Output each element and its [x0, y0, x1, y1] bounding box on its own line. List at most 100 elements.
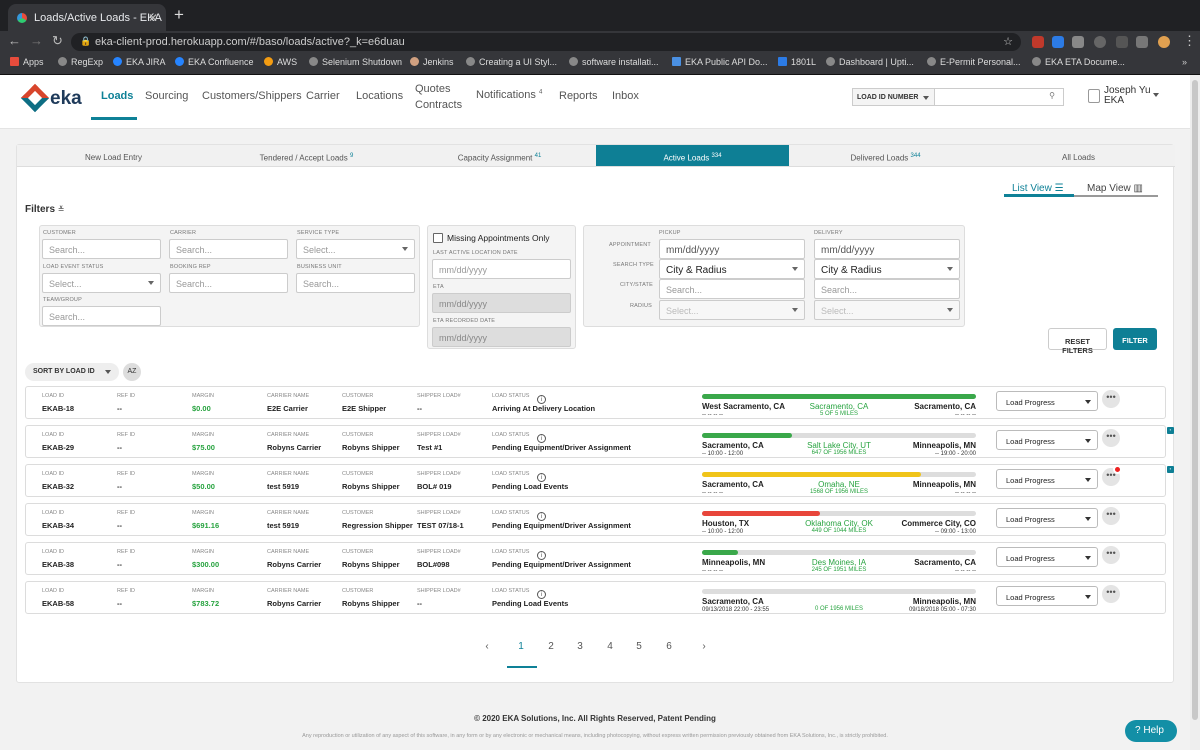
pickup-appointment-input[interactable]: mm/dd/yyyy	[659, 239, 805, 259]
nav-inbox[interactable]: Inbox	[612, 90, 639, 102]
bookmark-item[interactable]: 1801L	[778, 57, 816, 67]
info-icon[interactable]: i	[537, 395, 546, 404]
list-view-toggle[interactable]: List View ☰	[1012, 183, 1064, 194]
flag-icon[interactable]: ▪	[1167, 427, 1174, 434]
map-view-toggle[interactable]: Map View ▥	[1087, 183, 1143, 194]
bookmark-item[interactable]: software installati...	[569, 57, 659, 67]
load-row[interactable]: LOAD ID EKAB-38 REF ID -- MARGIN $300.00 CARRI…	[25, 542, 1166, 575]
tab-delivered-loads[interactable]: Delivered Loads 344	[789, 145, 982, 167]
close-tab-icon[interactable]: ✕	[148, 11, 158, 25]
nav-contracts[interactable]: Contracts	[415, 97, 462, 113]
load-row[interactable]: LOAD ID EKAB-32 REF ID -- MARGIN $50.00 CARRIE…	[25, 464, 1174, 497]
load-progress-select[interactable]: Load Progress	[996, 430, 1098, 450]
bookmark-item[interactable]: Selenium Shutdown	[309, 57, 402, 67]
nav-loads[interactable]: Loads	[101, 90, 133, 102]
bookmark-item[interactable]: EKA JIRA	[113, 57, 166, 67]
browser-menu-icon[interactable]: ⋮	[1183, 33, 1196, 49]
carrier-search-input[interactable]: Search...	[169, 239, 288, 259]
more-actions-icon[interactable]: •••	[1102, 507, 1120, 525]
info-icon[interactable]: i	[537, 590, 546, 599]
bookmark-item[interactable]: Creating a UI Styl...	[466, 57, 557, 67]
star-icon[interactable]: ☆	[1003, 35, 1013, 48]
sort-by-select[interactable]: SORT BY LOAD ID	[25, 363, 119, 381]
load-search-input[interactable]: ⚲	[934, 88, 1064, 106]
team-group-input[interactable]: Search...	[42, 306, 161, 326]
user-menu[interactable]: Joseph Yu EKA	[1104, 86, 1151, 106]
booking-rep-input[interactable]: Search...	[169, 273, 288, 293]
extension-icon[interactable]	[1072, 36, 1084, 48]
next-page-icon[interactable]: ›	[694, 641, 714, 652]
info-icon[interactable]: i	[537, 434, 546, 443]
info-icon[interactable]: i	[537, 512, 546, 521]
nav-customers-shippers[interactable]: Customers/Shippers	[202, 90, 302, 102]
prev-page-icon[interactable]: ‹	[477, 641, 497, 652]
profile-avatar[interactable]	[1158, 36, 1170, 48]
bookmark-item[interactable]: Apps	[10, 57, 44, 67]
load-id-value[interactable]: EKAB-58	[42, 599, 74, 608]
nav-locations[interactable]: Locations	[356, 90, 403, 102]
load-id-value[interactable]: EKAB-34	[42, 521, 74, 530]
tab-tendered-accept-loads[interactable]: Tendered / Accept Loads 9	[210, 145, 403, 167]
puzzle-icon[interactable]	[1136, 36, 1148, 48]
more-bookmarks-icon[interactable]: »	[1182, 57, 1187, 67]
load-row[interactable]: LOAD ID EKAB-29 REF ID -- MARGIN $75.00 CARRIE…	[25, 425, 1174, 458]
help-button[interactable]: ? Help	[1125, 720, 1177, 742]
eta-recorded-date-input[interactable]: mm/dd/yyyy	[432, 327, 571, 347]
delivery-appointment-input[interactable]: mm/dd/yyyy	[814, 239, 960, 259]
more-actions-icon[interactable]: •••	[1102, 546, 1120, 564]
nav-notifications[interactable]: Notifications 4	[476, 89, 542, 101]
service-type-select[interactable]: Select...	[296, 239, 415, 259]
eka-logo[interactable]: eka	[20, 83, 85, 114]
load-progress-select[interactable]: Load Progress	[996, 547, 1098, 567]
url-field[interactable]: 🔒 eka-client-prod.herokuapp.com/#/baso/l…	[71, 33, 1021, 51]
new-tab-icon[interactable]: +	[174, 5, 184, 25]
extension-icon[interactable]	[1052, 36, 1064, 48]
nav-carrier[interactable]: Carrier	[306, 90, 340, 102]
user-menu-chevron-icon[interactable]	[1153, 93, 1159, 100]
extension-icon[interactable]	[1094, 36, 1106, 48]
delivery-search-type-select[interactable]: City & Radius	[814, 259, 960, 279]
bookmark-item[interactable]: Jenkins	[410, 57, 454, 67]
pickup-city-input[interactable]: Search...	[659, 279, 805, 299]
nav-sourcing[interactable]: Sourcing	[145, 90, 188, 102]
tab-new-load-entry[interactable]: New Load Entry	[17, 145, 210, 167]
load-id-value[interactable]: EKAB-32	[42, 482, 74, 491]
nav-reports[interactable]: Reports	[559, 90, 598, 102]
bookmark-item[interactable]: Dashboard | Upti...	[826, 57, 914, 67]
load-progress-select[interactable]: Load Progress	[996, 391, 1098, 411]
back-icon[interactable]: ←	[8, 33, 21, 48]
extension-icon[interactable]	[1032, 36, 1044, 48]
extension-icon[interactable]	[1116, 36, 1128, 48]
nav-quotes[interactable]: Quotes	[415, 81, 462, 97]
missing-appointments-label[interactable]: Missing Appointments Only	[447, 233, 550, 243]
business-unit-input[interactable]: Search...	[296, 273, 415, 293]
page-2[interactable]: 2	[541, 641, 561, 652]
page-5[interactable]: 5	[629, 641, 649, 652]
bookmark-item[interactable]: RegExp	[58, 57, 103, 67]
scrollbar-thumb[interactable]	[1192, 80, 1198, 720]
flag-icon[interactable]: ▪	[1167, 466, 1174, 473]
load-progress-select[interactable]: Load Progress	[996, 586, 1098, 606]
last-active-date-input[interactable]: mm/dd/yyyy	[432, 259, 571, 279]
filters-title[interactable]: Filters ≚	[25, 204, 65, 215]
tab-capacity-assignment[interactable]: Capacity Assignment 41	[403, 145, 596, 167]
more-actions-icon[interactable]: •••	[1102, 390, 1120, 408]
tab-all-loads[interactable]: All Loads	[982, 145, 1175, 167]
page-6[interactable]: 6	[659, 641, 679, 652]
delivery-city-input[interactable]: Search...	[814, 279, 960, 299]
filter-button[interactable]: FILTER	[1113, 328, 1157, 350]
load-id-value[interactable]: EKAB-38	[42, 560, 74, 569]
load-id-value[interactable]: EKAB-18	[42, 404, 74, 413]
reset-filters-button[interactable]: RESET FILTERS	[1048, 328, 1107, 355]
page-4[interactable]: 4	[600, 641, 620, 652]
more-actions-icon[interactable]: •••	[1102, 585, 1120, 603]
browser-tab[interactable]: Loads/Active Loads - EKA ✕	[8, 4, 166, 31]
tab-active-loads[interactable]: Active Loads 334	[596, 145, 789, 167]
bookmark-item[interactable]: EKA Confluence	[175, 57, 254, 67]
nav-quotes-contracts[interactable]: Quotes Contracts	[415, 81, 462, 113]
load-id-value[interactable]: EKAB-29	[42, 443, 74, 452]
load-progress-select[interactable]: Load Progress	[996, 508, 1098, 528]
bookmark-item[interactable]: EKA Public API Do...	[672, 57, 768, 67]
eta-date-input[interactable]: mm/dd/yyyy	[432, 293, 571, 313]
load-row[interactable]: LOAD ID EKAB-34 REF ID -- MARGIN $691.16 CARRI…	[25, 503, 1166, 536]
